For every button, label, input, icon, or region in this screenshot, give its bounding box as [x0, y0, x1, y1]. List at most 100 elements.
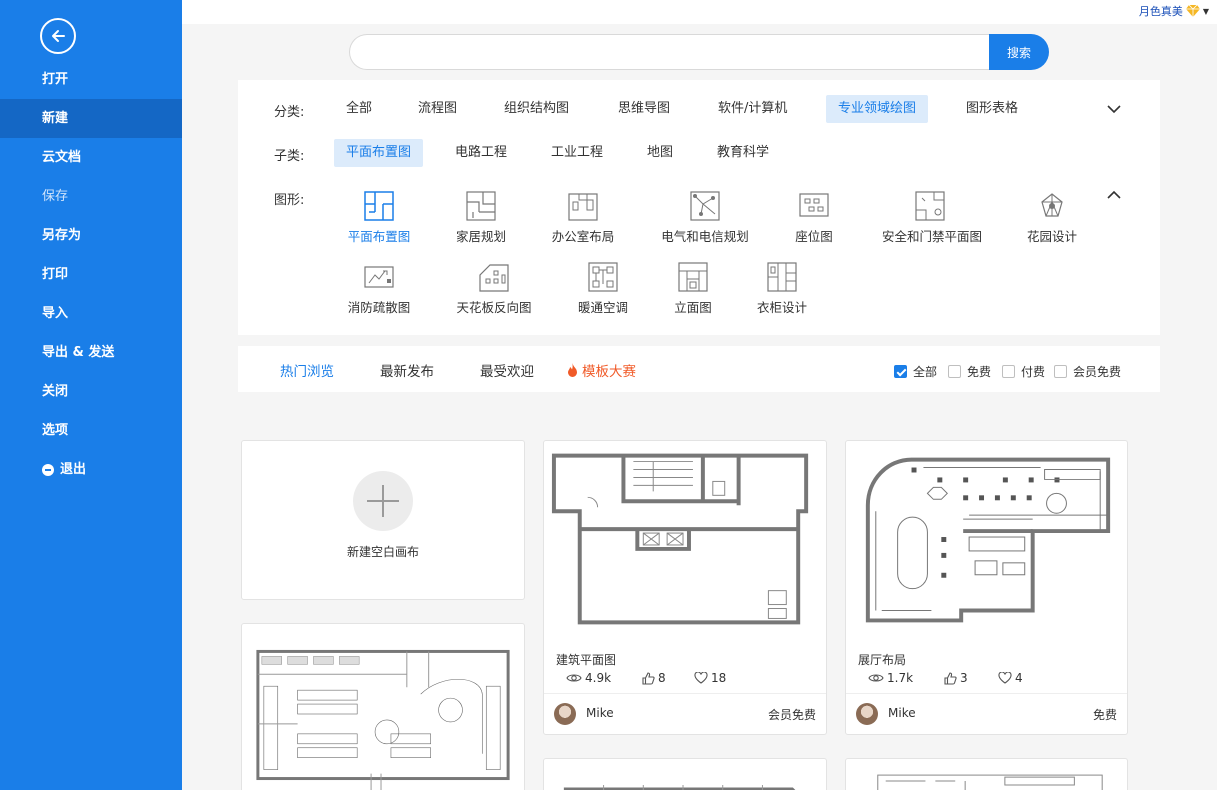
filter-free-checkbox[interactable]: 免费: [948, 363, 991, 380]
elevation-icon: [678, 262, 708, 292]
user-name: 月色真美: [1138, 5, 1183, 18]
shape-fire-evacuation[interactable]: 消防疏散图: [331, 261, 427, 316]
views-stat: 1.7k: [868, 671, 944, 685]
category-flowchart[interactable]: 流程图: [406, 95, 469, 123]
shape-wardrobe[interactable]: 衣柜设计: [734, 261, 830, 316]
favorites-stat[interactable]: 18: [694, 671, 726, 685]
template-card[interactable]: [845, 758, 1128, 790]
likes-stat[interactable]: 3: [944, 671, 998, 685]
menu-save-as[interactable]: 另存为: [0, 216, 182, 255]
search-input[interactable]: [349, 34, 991, 70]
shape-garden-design[interactable]: 花园设计: [1004, 190, 1100, 245]
new-blank-canvas-card[interactable]: 新建空白画布: [241, 440, 525, 600]
chevron-down-icon[interactable]: [1106, 101, 1122, 117]
category-all[interactable]: 全部: [334, 95, 384, 123]
shape-seating-chart[interactable]: 座位图: [766, 190, 862, 245]
author-name[interactable]: Mike: [888, 706, 916, 720]
views-stat: 4.9k: [566, 671, 642, 685]
template-card-showroom[interactable]: 展厅布局 1.7k 3 4 Mike 免费: [845, 440, 1128, 735]
menu-exit[interactable]: 退出: [0, 450, 182, 489]
thumbs-up-icon: [642, 671, 655, 685]
card-title: 展厅布局: [858, 653, 907, 667]
wardrobe-icon: [767, 262, 797, 292]
avatar[interactable]: [856, 703, 878, 725]
menu-options[interactable]: 选项: [0, 411, 182, 450]
home-plan-icon: [466, 191, 496, 221]
sort-tabs-bar: 热门浏览 最新发布 最受欢迎 模板大赛 全部 免费 付费 会员免费: [238, 346, 1160, 392]
sidebar: 打开 新建 云文档 保存 另存为 打印 导入 导出 & 发送 关闭 选项 退出: [0, 0, 182, 790]
shape-electrical-plan[interactable]: 电气和电信规划: [657, 190, 753, 245]
subcategory-map[interactable]: 地图: [635, 139, 685, 167]
fire-evacuation-icon: [364, 266, 394, 288]
subcategory-floor-plan[interactable]: 平面布置图: [334, 139, 424, 167]
menu-export-send[interactable]: 导出 & 发送: [0, 333, 182, 372]
plus-icon: [353, 471, 413, 531]
card-stats: 1.7k 3 4: [868, 671, 1023, 685]
menu-import[interactable]: 导入: [0, 294, 182, 333]
chevron-up-icon[interactable]: [1106, 187, 1122, 203]
eye-icon: [566, 674, 582, 682]
user-menu[interactable]: 月色真美 ▼: [1139, 3, 1209, 19]
electrical-plan-icon: [690, 191, 720, 221]
tab-latest[interactable]: 最新发布: [380, 360, 434, 380]
seating-chart-icon: [799, 193, 829, 217]
floor-plan-icon: [364, 191, 394, 221]
eye-icon: [868, 674, 884, 682]
template-card[interactable]: [543, 758, 827, 790]
tab-hot[interactable]: 热门浏览: [280, 360, 334, 380]
likes-stat[interactable]: 8: [642, 671, 694, 685]
tab-contest[interactable]: 模板大赛: [566, 360, 636, 380]
back-button[interactable]: [40, 18, 76, 54]
shape-security-plan[interactable]: 安全和门禁平面图: [882, 190, 982, 245]
checkbox-icon: [1002, 365, 1015, 378]
category-graphic-table[interactable]: 图形表格: [954, 95, 1030, 123]
tab-popular[interactable]: 最受欢迎: [480, 360, 534, 380]
exit-icon: [42, 463, 54, 476]
shape-office-layout[interactable]: 办公室布局: [535, 190, 631, 245]
template-thumbnail: [865, 457, 1111, 623]
shape-ceiling-plan[interactable]: 天花板反向图: [446, 261, 542, 316]
menu-save[interactable]: 保存: [0, 177, 182, 216]
shape-elevation[interactable]: 立面图: [645, 261, 741, 316]
shape-hvac[interactable]: 暖通空调: [555, 261, 651, 316]
vip-gem-icon: [1185, 5, 1200, 17]
category-org-chart[interactable]: 组织结构图: [492, 95, 581, 123]
chevron-down-icon: ▼: [1202, 6, 1209, 16]
author-name[interactable]: Mike: [586, 706, 614, 720]
shape-floor-plan[interactable]: 平面布置图: [331, 190, 427, 245]
menu-cloud-docs[interactable]: 云文档: [0, 138, 182, 177]
office-layout-icon: [568, 193, 598, 221]
card-title: 建筑平面图: [556, 653, 617, 667]
filter-member-free-checkbox[interactable]: 会员免费: [1054, 363, 1121, 380]
template-card[interactable]: [241, 623, 525, 790]
category-mind-map[interactable]: 思维导图: [606, 95, 682, 123]
garden-design-icon: [1041, 193, 1063, 217]
template-thumbnail: [256, 649, 510, 790]
category-professional[interactable]: 专业领域绘图: [826, 95, 929, 123]
favorites-stat[interactable]: 4: [998, 671, 1023, 685]
filter-all-checkbox[interactable]: 全部: [894, 363, 937, 380]
shape-label: 图形:: [274, 193, 305, 208]
flame-icon: [568, 362, 577, 377]
subcategory-label: 子类:: [274, 149, 305, 164]
avatar[interactable]: [554, 703, 576, 725]
template-thumbnail: [551, 453, 809, 625]
subcategory-education[interactable]: 教育科学: [705, 139, 781, 167]
filter-paid-checkbox[interactable]: 付费: [1002, 363, 1045, 380]
checkbox-checked-icon: [894, 365, 907, 378]
menu-open[interactable]: 打开: [0, 60, 182, 99]
shape-home-plan[interactable]: 家居规划: [433, 190, 529, 245]
card-footer: Mike 会员免费: [544, 693, 826, 734]
checkbox-icon: [948, 365, 961, 378]
subcategory-industrial[interactable]: 工业工程: [539, 139, 615, 167]
category-software[interactable]: 软件/计算机: [706, 95, 799, 123]
menu-new[interactable]: 新建: [0, 99, 182, 138]
hvac-icon: [588, 262, 618, 292]
template-card-building-plan[interactable]: 建筑平面图 4.9k 8 18 Mike 会员免费: [543, 440, 827, 735]
template-thumbnail: [877, 774, 1103, 790]
menu-close[interactable]: 关闭: [0, 372, 182, 411]
search-button[interactable]: 搜索: [989, 34, 1049, 70]
menu-print[interactable]: 打印: [0, 255, 182, 294]
subcategory-circuit[interactable]: 电路工程: [443, 139, 519, 167]
new-blank-canvas-label: 新建空白画布: [346, 545, 419, 559]
